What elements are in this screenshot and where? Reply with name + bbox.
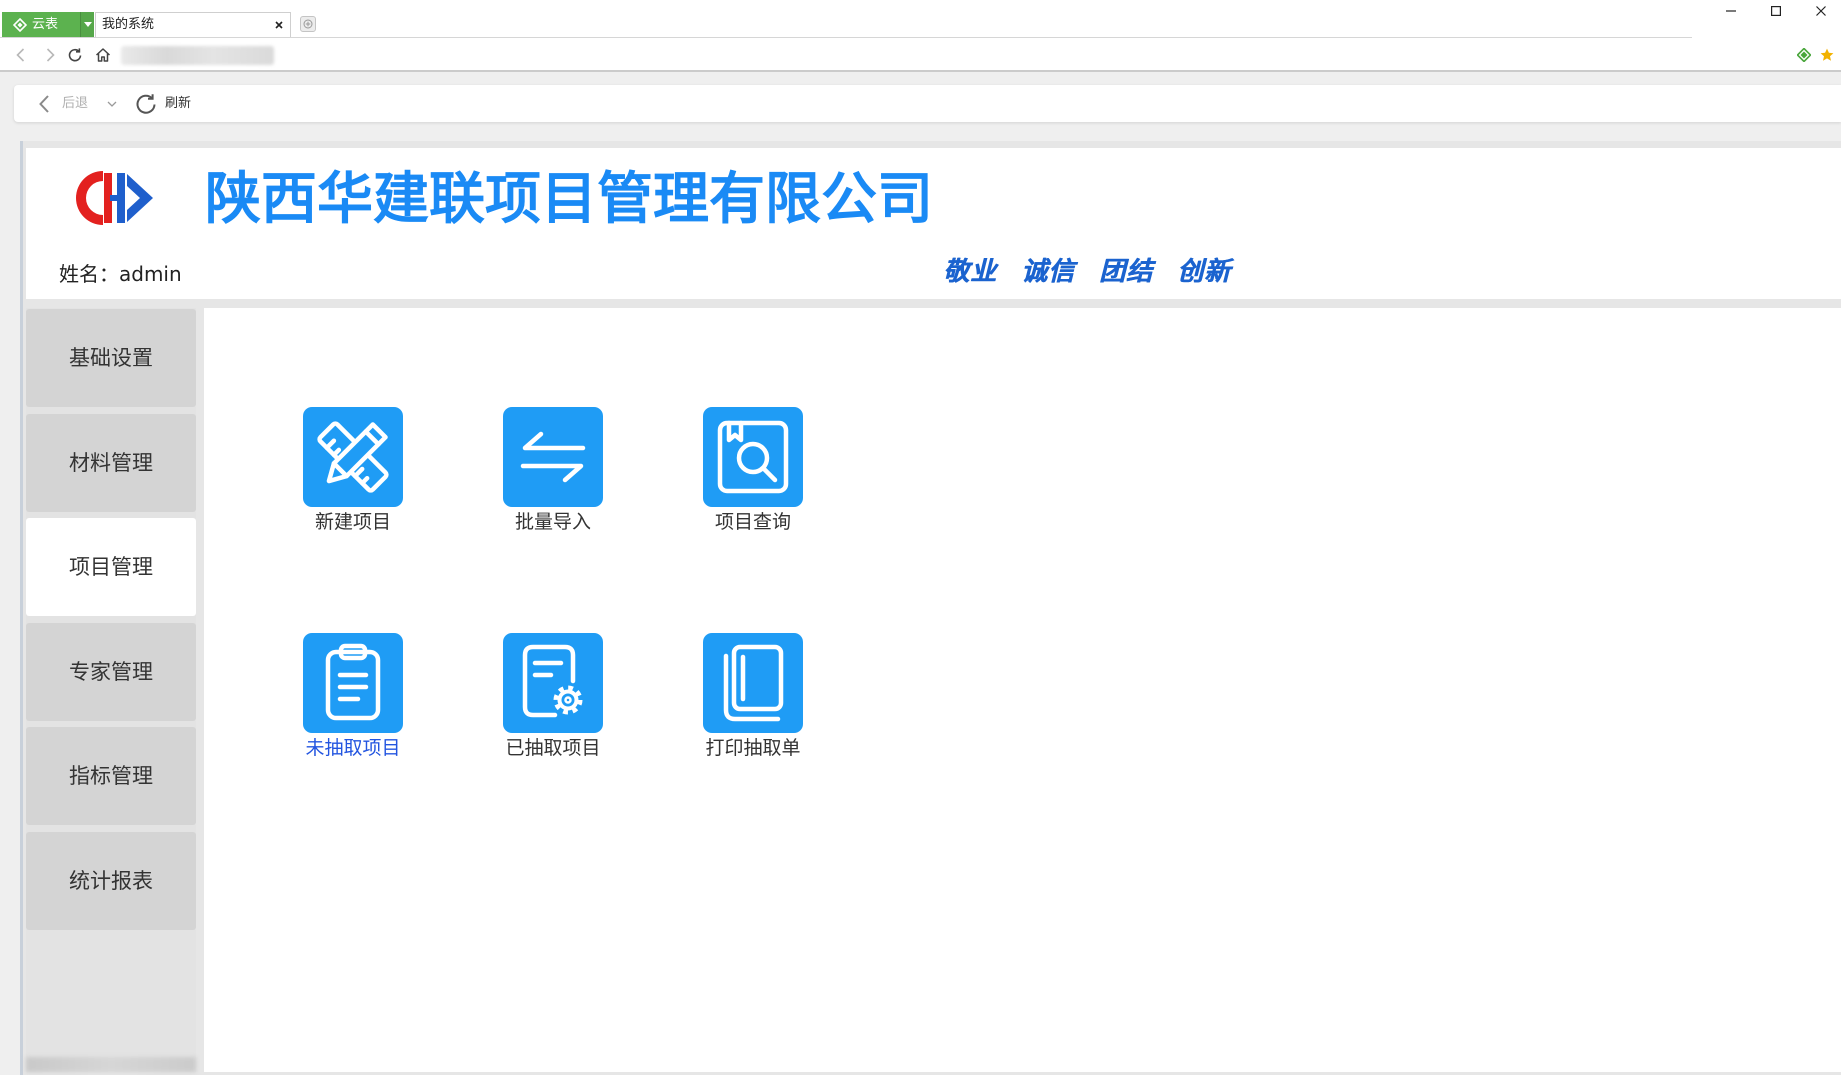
plus-icon	[303, 19, 313, 29]
close-icon	[275, 21, 283, 29]
refresh-label: 刷新	[165, 96, 192, 111]
sidebar-item-reports[interactable]: 统计报表	[26, 832, 196, 930]
slogan-word: 诚信	[1021, 257, 1076, 287]
book-icon	[723, 644, 784, 722]
sidebar-item-projects[interactable]: 项目管理	[26, 518, 196, 616]
reload-icon	[68, 48, 82, 62]
toolbar-back-button[interactable]: 后退	[32, 85, 112, 122]
caret-down-icon	[84, 22, 92, 27]
forward-icon	[46, 48, 55, 62]
home-button[interactable]	[94, 46, 112, 64]
tile-label: 新建项目	[314, 511, 391, 533]
tile-print-extraction-sheet[interactable]: 打印抽取单	[673, 633, 833, 763]
sidebar-footer	[26, 1057, 196, 1072]
pencil-ruler-icon	[317, 421, 389, 493]
tile-icon-box	[703, 633, 803, 733]
maximize-icon	[1771, 6, 1781, 16]
tile-label: 打印抽取单	[705, 737, 801, 759]
back-label: 后退	[62, 96, 89, 111]
slogan-word: 团结	[1099, 257, 1154, 287]
window-close-button[interactable]	[1806, 0, 1836, 22]
new-tab-button[interactable]	[300, 16, 316, 32]
chevron-down-icon	[107, 101, 117, 107]
tab-title: 我的系统	[102, 17, 155, 32]
window-maximize-button[interactable]	[1761, 0, 1791, 22]
tile-extracted-projects[interactable]: 已抽取项目	[473, 633, 633, 763]
tile-label: 已抽取项目	[505, 737, 601, 759]
sidebar-item-experts[interactable]: 专家管理	[26, 623, 196, 721]
refresh-icon	[136, 94, 156, 114]
tile-label: 未抽取项目	[305, 737, 401, 759]
tile-label: 项目查询	[714, 511, 791, 533]
app-header: 陕西华建联项目管理有限公司 姓名：admin 敬业 诚信 团结 创新	[26, 148, 1841, 299]
tile-icon-box	[703, 407, 803, 507]
reload-button[interactable]	[66, 46, 84, 64]
app-menu-label: 云表	[32, 17, 59, 32]
slogan: 敬业 诚信 团结 创新	[943, 255, 1231, 289]
swap-arrows-icon	[520, 431, 586, 483]
back-icon	[16, 48, 25, 62]
yunbiao-logo-icon	[13, 18, 27, 32]
browser-tab[interactable]: 我的系统	[95, 12, 291, 38]
tab-close-button[interactable]	[274, 20, 284, 30]
tile-batch-import[interactable]: 批量导入	[473, 407, 633, 537]
clipboard-icon	[325, 643, 381, 721]
tile-icon-box	[303, 407, 403, 507]
back-button[interactable]	[12, 46, 30, 64]
home-icon	[95, 48, 111, 62]
sidebar-item-basic-settings[interactable]: 基础设置	[26, 309, 196, 407]
chevron-left-icon	[39, 95, 49, 113]
window-minimize-button[interactable]	[1716, 0, 1746, 22]
document-search-icon	[717, 420, 789, 494]
address-bar[interactable]	[121, 46, 274, 65]
tab-strip-divider	[0, 37, 1692, 38]
sidebar-item-indicators[interactable]: 指标管理	[26, 727, 196, 825]
tile-project-search[interactable]: 项目查询	[673, 407, 833, 537]
forward-button[interactable]	[41, 46, 59, 64]
tile-new-project[interactable]: 新建项目	[273, 407, 433, 537]
sidebar-item-materials[interactable]: 材料管理	[26, 414, 196, 512]
favorite-button[interactable]	[1820, 48, 1834, 62]
company-logo	[76, 171, 153, 225]
tile-icon-box	[503, 407, 603, 507]
close-icon	[1816, 6, 1826, 16]
tile-unextracted-projects[interactable]: 未抽取项目	[273, 633, 433, 763]
yunbiao-extension-button[interactable]	[1797, 48, 1811, 62]
toolbar-refresh-button[interactable]: 刷新	[132, 85, 212, 122]
tile-icon-box	[503, 633, 603, 733]
page-toolbar: 后退 刷新	[14, 85, 1841, 122]
slogan-word: 敬业	[943, 257, 998, 287]
tile-label: 批量导入	[514, 511, 591, 533]
page-title: 陕西华建联项目管理有限公司	[205, 167, 933, 232]
chrome-divider	[0, 70, 1841, 72]
slogan-word: 创新	[1177, 257, 1232, 287]
document-gear-icon	[522, 644, 583, 718]
app-menu-button[interactable]: 云表	[2, 12, 94, 37]
app-menu-dropdown[interactable]	[80, 12, 94, 37]
browser-chrome: 云表 我的系统	[0, 0, 1841, 70]
minimize-icon	[1726, 10, 1736, 12]
user-name-label: 姓名：admin	[59, 262, 182, 286]
yunbiao-extension-icon	[1797, 48, 1811, 62]
main-panel: 新建项目 批量导入 项目查询 未抽取项目 已抽取项目 打印抽取单	[204, 308, 1841, 1072]
history-dropdown-button[interactable]	[104, 85, 120, 122]
favorite-star-icon	[1820, 48, 1834, 61]
sidebar: 基础设置 材料管理 项目管理 专家管理 指标管理 统计报表	[26, 308, 196, 1072]
tile-icon-box	[303, 633, 403, 733]
